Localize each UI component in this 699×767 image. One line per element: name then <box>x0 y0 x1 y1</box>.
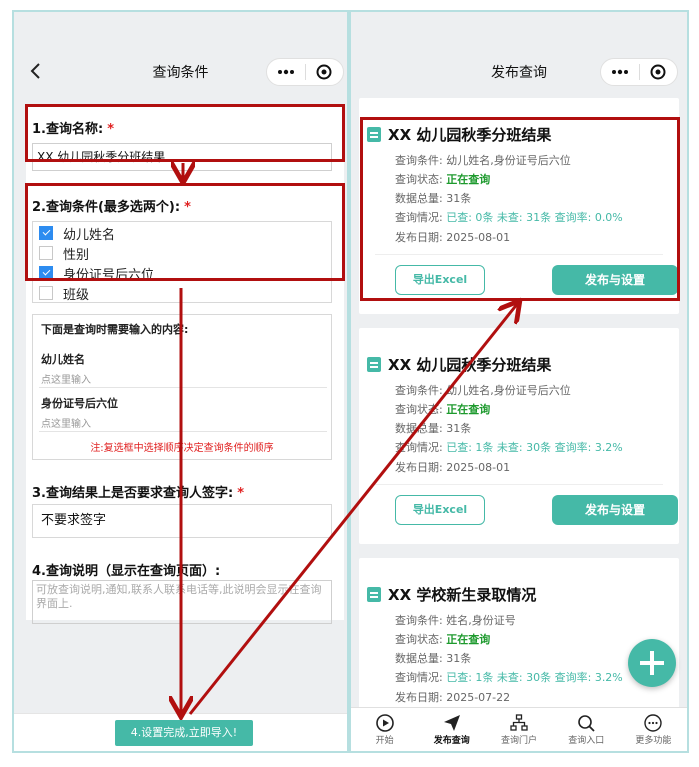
option-label: 班级 <box>63 287 90 303</box>
bottom-tab-bar: 开始 发布查询 查询门户 查询入口 更多功能 <box>351 707 687 751</box>
checkbox-checked[interactable] <box>39 266 53 280</box>
query-card[interactable]: XX 幼儿园秋季分班结果 查询条件: 幼儿姓名,身份证号后六位 查询状态: 正在… <box>359 328 679 544</box>
tab-label: 更多功能 <box>635 736 672 746</box>
add-query-fab[interactable] <box>628 639 676 687</box>
card-conditions: 查询条件: 姓名,身份证号 <box>395 614 516 627</box>
option-label: 身份证号后六位 <box>63 267 155 283</box>
required-mark: * <box>184 200 191 215</box>
option-child-name[interactable]: 幼儿姓名 <box>39 224 116 243</box>
card-date: 发布日期: 2025-08-01 <box>395 461 511 474</box>
query-card[interactable]: XX 幼儿园秋季分班结果 查询条件: 幼儿姓名,身份证号后六位 查询状态: 正在… <box>359 98 679 314</box>
query-name-input[interactable]: XX 幼儿园秋季分班结果 <box>32 143 332 171</box>
publish-settings-button[interactable]: 发布与设置 <box>552 495 678 525</box>
card-title: XX 幼儿园秋季分班结果 <box>367 354 551 375</box>
document-icon <box>367 357 381 372</box>
required-mark: * <box>107 122 114 137</box>
tab-label: 发布查询 <box>433 736 470 746</box>
tab-portal[interactable]: 查询门户 <box>485 708 552 751</box>
close-target-icon[interactable] <box>639 59 677 85</box>
export-excel-button[interactable]: 导出Excel <box>395 495 485 525</box>
signature-label: 3.查询结果上是否要求查询人签字: * <box>32 486 244 501</box>
card-status: 查询状态: 正在查询 <box>395 633 491 646</box>
card-situation: 查询情况: 已查: 1条 未查: 30条 查询率: 3.2% <box>395 441 623 454</box>
document-icon <box>367 587 381 602</box>
input-title-id-last-six: 身份证号后六位 <box>41 397 118 410</box>
checkbox-checked[interactable] <box>39 226 53 240</box>
description-textarea[interactable]: 可放查询说明,通知,联系人联系电话等,此说明会显示在查询界面上. <box>32 580 332 624</box>
tab-start[interactable]: 开始 <box>351 708 418 751</box>
tab-label: 查询门户 <box>501 736 538 746</box>
input-child-name[interactable]: 点这里输入 <box>41 371 91 386</box>
checkbox-unchecked[interactable] <box>39 286 53 300</box>
option-label: 幼儿姓名 <box>63 227 116 243</box>
card-date: 发布日期: 2025-07-22 <box>395 691 511 704</box>
conditions-screen: 查询条件 1.查询名称: * XX 幼儿园秋季分班结果 2.查询条件(最多选两个)… <box>12 10 349 753</box>
option-label: 性别 <box>63 247 90 263</box>
option-id-last-six[interactable]: 身份证号后六位 <box>39 264 155 283</box>
required-mark: * <box>237 486 244 501</box>
inputs-hint: 下面是查询时需要输入的内容: <box>41 323 189 336</box>
navigation-bar: 查询条件 <box>14 12 347 100</box>
play-circle-icon <box>375 714 394 732</box>
option-class[interactable]: 班级 <box>39 284 90 303</box>
tab-more[interactable]: 更多功能 <box>620 708 687 751</box>
card-total: 数据总量: 31条 <box>395 192 472 205</box>
tab-label: 开始 <box>375 736 394 746</box>
card-title: XX 幼儿园秋季分班结果 <box>367 124 551 145</box>
more-dots-icon[interactable] <box>601 59 639 85</box>
option-gender[interactable]: 性别 <box>39 244 90 263</box>
description-label: 4.查询说明（显示在查询页面）: <box>32 564 221 579</box>
divider <box>39 431 327 432</box>
conditions-checklist: 幼儿姓名 性别 身份证号后六位 班级 <box>32 221 332 303</box>
more-icon <box>644 714 663 732</box>
close-target-icon[interactable] <box>305 59 343 85</box>
publish-screen: 发布查询 XX 幼儿园秋季分班结果 查询条件: 幼儿姓名,身份证号后六位 查询状… <box>349 10 689 753</box>
card-divider <box>375 254 663 255</box>
tab-label: 查询入口 <box>568 736 605 746</box>
card-conditions: 查询条件: 幼儿姓名,身份证号后六位 <box>395 154 571 167</box>
bottom-action-bar: 4.设置完成,立即导入! <box>14 713 347 751</box>
document-icon <box>367 127 381 142</box>
order-note: 注:复选框中选择顺序决定查询条件的顺序 <box>90 443 274 454</box>
navigation-bar: 发布查询 <box>351 12 687 100</box>
card-status: 查询状态: 正在查询 <box>395 403 491 416</box>
input-title-child-name: 幼儿姓名 <box>41 353 85 366</box>
tab-publish[interactable]: 发布查询 <box>418 708 485 751</box>
query-form: 1.查询名称: * XX 幼儿园秋季分班结果 2.查询条件(最多选两个): * 幼儿… <box>26 104 344 624</box>
card-total: 数据总量: 31条 <box>395 422 472 435</box>
signature-select[interactable]: 不要求签字 <box>32 504 332 538</box>
search-icon <box>578 715 595 732</box>
card-situation: 查询情况: 已查: 1条 未查: 30条 查询率: 3.2% <box>395 671 623 684</box>
sitemap-icon <box>510 714 528 731</box>
card-situation: 查询情况: 已查: 0条 未查: 31条 查询率: 0.0% <box>395 211 623 224</box>
query-conditions-label: 2.查询条件(最多选两个): * <box>32 200 191 215</box>
checkbox-unchecked[interactable] <box>39 246 53 260</box>
finish-import-button[interactable]: 4.设置完成,立即导入! <box>115 720 253 746</box>
card-date: 发布日期: 2025-08-01 <box>395 231 511 244</box>
mini-program-capsule <box>266 58 344 86</box>
input-id-last-six[interactable]: 点这里输入 <box>41 415 91 430</box>
publish-settings-button[interactable]: 发布与设置 <box>552 265 678 295</box>
card-conditions: 查询条件: 幼儿姓名,身份证号后六位 <box>395 384 571 397</box>
card-total: 数据总量: 31条 <box>395 652 472 665</box>
export-excel-button[interactable]: 导出Excel <box>395 265 485 295</box>
query-inputs-preview: 下面是查询时需要输入的内容: 幼儿姓名 点这里输入 身份证号后六位 点这里输入 … <box>32 314 332 460</box>
card-title: XX 学校新生录取情况 <box>367 584 536 605</box>
more-dots-icon[interactable] <box>267 59 305 85</box>
divider <box>39 387 327 388</box>
send-icon <box>443 715 460 731</box>
query-card[interactable]: XX 学校新生录取情况 查询条件: 姓名,身份证号 查询状态: 正在查询 数据总… <box>359 558 679 718</box>
card-status: 查询状态: 正在查询 <box>395 173 491 186</box>
mini-program-capsule <box>600 58 678 86</box>
tab-entry[interactable]: 查询入口 <box>553 708 620 751</box>
query-name-label: 1.查询名称: * <box>32 122 114 137</box>
card-divider <box>375 484 663 485</box>
